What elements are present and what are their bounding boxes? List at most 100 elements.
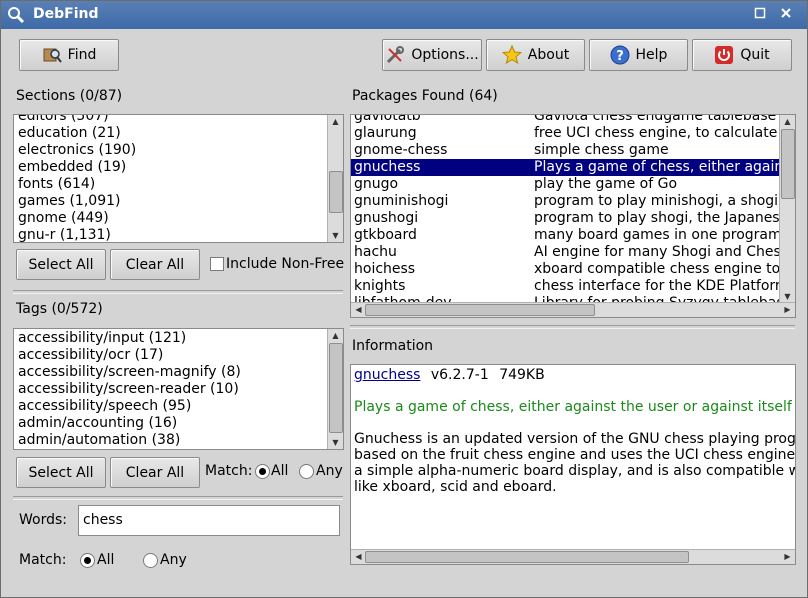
package-name: glaurung bbox=[354, 125, 417, 141]
tag-list-item[interactable]: admin/accounting (16) bbox=[14, 415, 327, 432]
scroll-up-icon[interactable]: ▲ bbox=[328, 115, 343, 128]
section-list-item[interactable]: games (1,091) bbox=[14, 193, 327, 210]
package-row[interactable]: gnuminishogi program to play minishogi, a… bbox=[351, 193, 779, 210]
scroll-left-icon[interactable]: ◀ bbox=[351, 303, 366, 316]
quit-label: Quit bbox=[740, 47, 770, 63]
section-list-item[interactable]: gnome (449) bbox=[14, 210, 327, 227]
package-description: program to play shogi, the Japanes bbox=[534, 210, 780, 226]
tag-list-item[interactable]: accessibility/screen-magnify (8) bbox=[14, 364, 327, 381]
package-row[interactable]: gnome-chess simple chess game bbox=[351, 142, 779, 159]
package-description: Plays a game of chess, either agair bbox=[534, 159, 781, 175]
words-match-all-radio[interactable] bbox=[80, 553, 95, 568]
find-icon bbox=[42, 45, 62, 65]
package-row[interactable]: gnushogi program to play shogi, the Japan… bbox=[351, 210, 780, 227]
words-match-any-radio[interactable] bbox=[143, 553, 158, 568]
scroll-up-icon[interactable]: ▲ bbox=[780, 115, 795, 128]
tags-header: Tags (0/572) bbox=[16, 301, 103, 317]
divider bbox=[13, 290, 343, 294]
tags-clear-all-button[interactable]: Clear All bbox=[110, 457, 200, 488]
about-label: About bbox=[527, 47, 570, 63]
package-name: gnugo bbox=[354, 176, 399, 192]
packages-list[interactable]: gaviotatb Gaviota chess endgame tablebase… bbox=[350, 114, 796, 318]
tags-match-any-radio[interactable] bbox=[299, 464, 314, 479]
package-row[interactable]: hoichess xboard compatible chess engine t… bbox=[351, 261, 780, 278]
tags-list[interactable]: accessibility/input (121) accessibility/o… bbox=[13, 328, 344, 450]
section-list-item[interactable]: embedded (19) bbox=[14, 159, 327, 176]
package-name: hoichess bbox=[354, 261, 416, 277]
section-list-item[interactable]: education (21) bbox=[14, 125, 327, 142]
include-nonfree-checkbox[interactable] bbox=[210, 257, 224, 271]
package-name: gnuminishogi bbox=[354, 193, 449, 209]
sections-list[interactable]: editors (507) education (21) electronics (… bbox=[13, 114, 344, 243]
package-row[interactable]: gtkboard many board games in one program bbox=[351, 227, 782, 244]
packages-header: Packages Found (64) bbox=[352, 88, 498, 104]
package-link[interactable]: gnuchess bbox=[354, 367, 420, 383]
package-name: gtkboard bbox=[354, 227, 417, 243]
find-button[interactable]: Find bbox=[19, 39, 119, 71]
package-row[interactable]: gnuchess Plays a game of chess, either ag… bbox=[351, 159, 781, 176]
scroll-right-icon[interactable]: ▶ bbox=[780, 550, 795, 563]
package-name: knights bbox=[354, 278, 406, 294]
sections-select-all-button[interactable]: Select All bbox=[16, 249, 106, 280]
package-description: chess interface for the KDE Platforr bbox=[534, 278, 781, 294]
scroll-thumb[interactable] bbox=[365, 304, 595, 316]
section-list-item[interactable]: electronics (190) bbox=[14, 142, 327, 159]
package-name: gnushogi bbox=[354, 210, 419, 226]
tag-list-item[interactable]: accessibility/speech (95) bbox=[14, 398, 327, 415]
tag-list-item[interactable]: accessibility/input (121) bbox=[14, 330, 327, 347]
package-description: AI engine for many Shogi and Ches bbox=[534, 244, 781, 260]
scroll-thumb[interactable] bbox=[329, 343, 343, 433]
quit-button[interactable]: Quit bbox=[692, 39, 792, 71]
about-button[interactable]: About bbox=[486, 39, 585, 71]
help-button[interactable]: ? Help bbox=[589, 39, 688, 71]
scroll-down-icon[interactable]: ▼ bbox=[328, 229, 343, 242]
scroll-right-icon[interactable]: ▶ bbox=[780, 303, 795, 316]
tag-list-item[interactable]: accessibility/screen-reader (10) bbox=[14, 381, 327, 398]
options-button[interactable]: Options... bbox=[382, 39, 482, 71]
tags-match-all-radio[interactable] bbox=[255, 464, 270, 479]
section-list-item[interactable]: fonts (614) bbox=[14, 176, 327, 193]
star-icon bbox=[501, 45, 522, 65]
tags-select-all-button[interactable]: Select All bbox=[16, 457, 106, 488]
information-hscrollbar[interactable]: ◀ ▶ bbox=[351, 549, 795, 564]
sections-clear-all-button[interactable]: Clear All bbox=[110, 249, 200, 280]
package-description: Gaviota chess endgame tablebase bbox=[534, 114, 777, 124]
packages-hscrollbar[interactable]: ◀ ▶ bbox=[351, 302, 795, 317]
find-label: Find bbox=[67, 47, 97, 63]
package-row[interactable]: gnugo play the game of Go bbox=[351, 176, 779, 193]
close-icon[interactable] bbox=[779, 7, 793, 21]
scroll-thumb[interactable] bbox=[365, 551, 689, 563]
description-line: like xboard, scid and eboard. bbox=[354, 479, 557, 495]
package-summary: Plays a game of chess, either against th… bbox=[354, 399, 792, 415]
scroll-up-icon[interactable]: ▲ bbox=[328, 329, 343, 342]
package-row[interactable]: hachu AI engine for many Shogi and Ches bbox=[351, 244, 781, 261]
help-label: Help bbox=[635, 47, 668, 63]
tag-list-item[interactable]: accessibility/ocr (17) bbox=[14, 347, 327, 364]
scroll-thumb[interactable] bbox=[329, 171, 343, 213]
scroll-left-icon[interactable]: ◀ bbox=[351, 550, 366, 563]
maximize-icon[interactable] bbox=[753, 7, 767, 21]
package-row[interactable]: glaurung free UCI chess engine, to calcul… bbox=[351, 125, 779, 142]
package-row[interactable]: knights chess interface for the KDE Platf… bbox=[351, 278, 781, 295]
section-list-item[interactable]: editors (507) bbox=[14, 115, 327, 125]
sections-scrollbar[interactable]: ▲ ▼ bbox=[327, 115, 343, 242]
scroll-down-icon[interactable]: ▼ bbox=[328, 436, 343, 449]
app-icon bbox=[7, 6, 25, 24]
package-row[interactable]: gaviotatb Gaviota chess endgame tablebase bbox=[351, 114, 779, 125]
package-size: 749KB bbox=[499, 367, 545, 383]
package-description: many board games in one program bbox=[534, 227, 782, 243]
package-description: program to play minishogi, a shogi bbox=[534, 193, 779, 209]
section-list-item[interactable]: gnu-r (1,131) bbox=[14, 227, 327, 242]
tags-scrollbar[interactable]: ▲ ▼ bbox=[327, 329, 343, 449]
divider bbox=[13, 496, 343, 500]
package-description: play the game of Go bbox=[534, 176, 678, 192]
title-bar[interactable]: DebFind bbox=[1, 1, 807, 29]
description-line: based on the fruit chess engine and uses… bbox=[354, 447, 796, 463]
tag-list-item[interactable]: admin/automation (38) bbox=[14, 432, 327, 449]
packages-vscrollbar[interactable]: ▲ ▼ bbox=[779, 115, 795, 303]
main-window: DebFind Find Options... About ? Help Qui… bbox=[0, 0, 808, 598]
scroll-thumb[interactable] bbox=[781, 129, 795, 199]
words-input[interactable]: chess bbox=[78, 505, 340, 536]
information-header: Information bbox=[352, 338, 434, 354]
information-panel: gnuchess v6.2.7-1 749KB Plays a game of … bbox=[350, 364, 796, 565]
